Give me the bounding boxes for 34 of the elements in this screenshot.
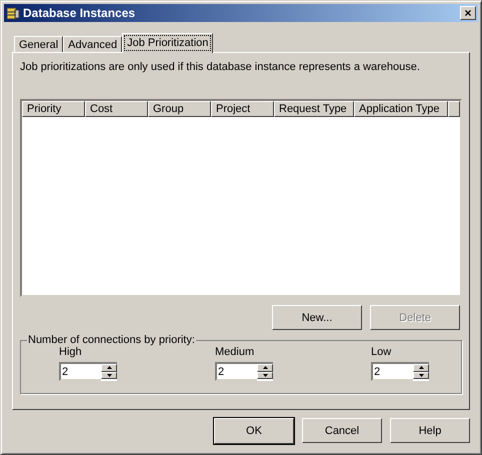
column-header[interactable]: Request Type bbox=[274, 101, 354, 117]
field-label: Low bbox=[371, 346, 392, 358]
priority-list[interactable]: Priority Cost Group Project Request Type Application Type bbox=[20, 99, 462, 297]
up-arrow-icon bbox=[106, 366, 112, 370]
dialog-button[interactable]: Cancel bbox=[302, 418, 382, 443]
info-text: Job prioritizations are only used if this database instance represents a warehouse. bbox=[20, 61, 421, 73]
column-header[interactable]: Priority bbox=[22, 101, 85, 117]
up-arrow-icon bbox=[418, 366, 424, 370]
number-field[interactable]: 2 bbox=[215, 362, 257, 381]
field-label: High bbox=[59, 346, 83, 358]
down-arrow-icon bbox=[418, 374, 424, 377]
down-arrow-icon bbox=[106, 374, 112, 377]
database-icon bbox=[6, 6, 20, 20]
tab[interactable]: General bbox=[14, 36, 64, 52]
number-field[interactable]: 2 bbox=[59, 362, 101, 381]
list-button[interactable]: New... bbox=[272, 305, 362, 330]
column-header[interactable]: Cost bbox=[85, 101, 148, 117]
spin-up-button[interactable] bbox=[101, 364, 117, 372]
down-arrow-icon bbox=[262, 374, 268, 377]
window-title: Database Instances bbox=[23, 6, 136, 20]
column-header[interactable]: Application Type bbox=[354, 101, 448, 117]
spin-up-button[interactable] bbox=[257, 364, 273, 372]
tab[interactable]: Job Prioritization bbox=[122, 33, 214, 53]
dialog-button[interactable]: Help bbox=[390, 418, 470, 443]
tab[interactable]: Advanced bbox=[63, 36, 122, 52]
column-header[interactable]: Project bbox=[211, 101, 274, 117]
field-label: Medium bbox=[215, 346, 256, 358]
close-button[interactable]: × bbox=[460, 6, 476, 20]
number-field[interactable]: 2 bbox=[371, 362, 413, 381]
spin-up-button[interactable] bbox=[413, 364, 429, 372]
group-title: Number of connections by priority: bbox=[27, 334, 196, 346]
dialog-button[interactable]: OK bbox=[214, 418, 294, 444]
column-header[interactable]: Group bbox=[148, 101, 211, 117]
up-arrow-icon bbox=[262, 366, 268, 370]
